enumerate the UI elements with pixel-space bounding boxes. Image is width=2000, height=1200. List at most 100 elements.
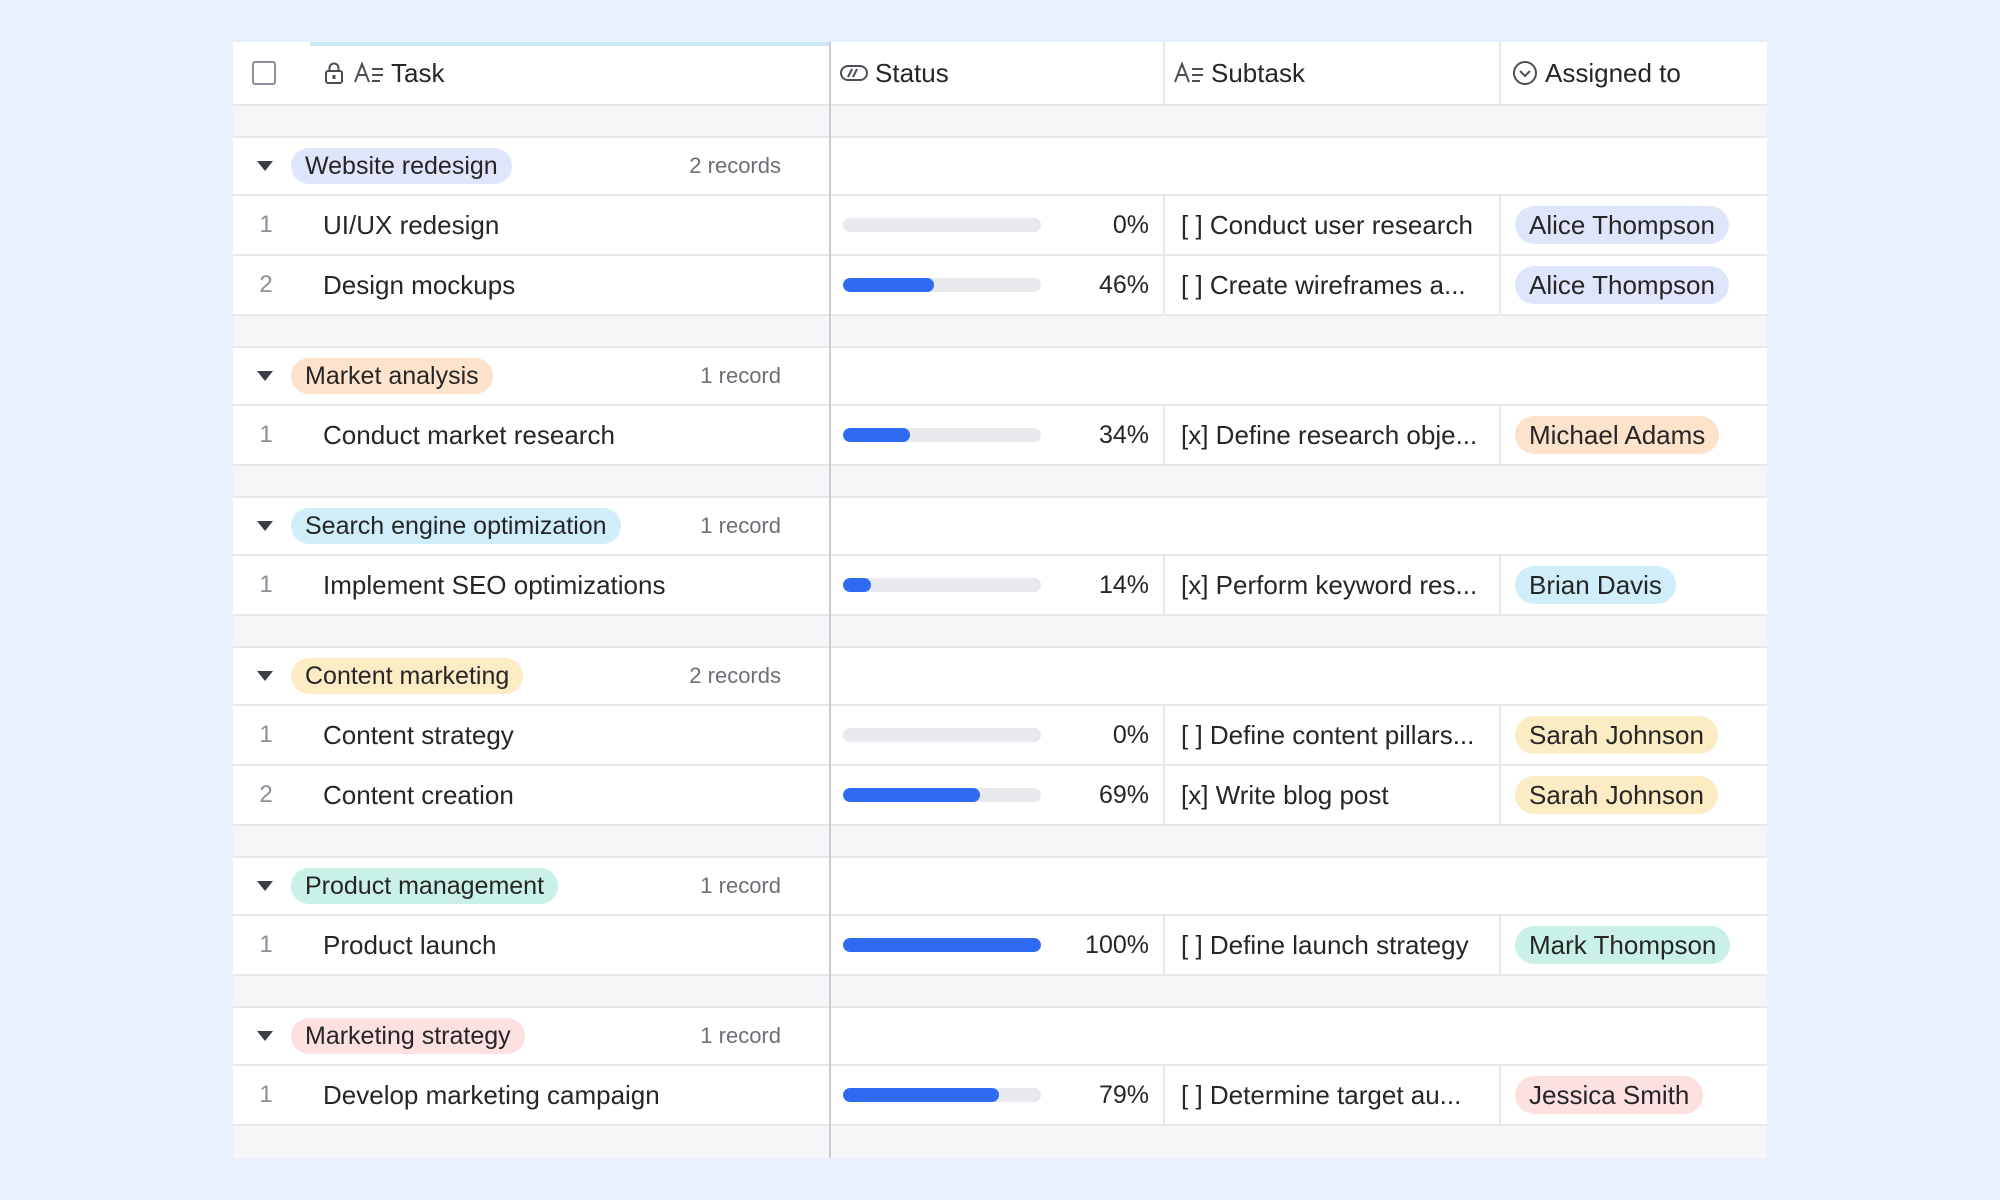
row-number: 2	[259, 271, 273, 298]
progress-cell[interactable]	[843, 706, 1053, 764]
subtask-text[interactable]: [x] Define research obje...	[1181, 406, 1493, 464]
collapse-toggle[interactable]	[257, 498, 277, 554]
progress-fill	[843, 278, 935, 292]
group-header-row[interactable]: Content marketing 2 records	[233, 648, 1767, 706]
row-number: 2	[259, 781, 273, 808]
table-row[interactable]: 1 Content strategy 0% [ ] Define content pi…	[233, 706, 1767, 766]
task-name[interactable]: Content creation	[323, 766, 823, 824]
table-row[interactable]: 1 Conduct market research 34% [x] Define re…	[233, 406, 1767, 466]
task-name[interactable]: Implement SEO optimizations	[323, 556, 823, 614]
progress-fill	[843, 1088, 1000, 1102]
table-row[interactable]: 1 Develop marketing campaign 79% [ ] Determ…	[233, 1066, 1767, 1126]
grouped-task-table: Task Status Subtask Assigned to Website …	[233, 42, 1767, 1158]
assignee-cell[interactable]: Sarah Johnson	[1515, 766, 1765, 824]
single-select-icon	[1511, 59, 1539, 87]
divider	[1499, 42, 1501, 106]
select-all-cell	[252, 42, 282, 104]
divider	[1163, 42, 1165, 106]
header-status[interactable]: Status	[839, 42, 1159, 104]
progress-track	[843, 428, 1041, 442]
table-row[interactable]: 1 Product launch 100% [ ] Define launch str…	[233, 916, 1767, 976]
group-header-row[interactable]: Product management 1 record	[233, 858, 1767, 916]
collapse-toggle[interactable]	[257, 138, 277, 194]
table-row[interactable]: 2 Content creation 69% [x] Write blog post S…	[233, 766, 1767, 826]
group-header-row[interactable]: Marketing strategy 1 record	[233, 1008, 1767, 1066]
progress-percent: 46%	[1098, 270, 1149, 299]
assignee-cell[interactable]: Mark Thompson	[1515, 916, 1765, 974]
progress-cell[interactable]	[843, 406, 1053, 464]
divider	[1499, 706, 1501, 764]
task-name[interactable]: Product launch	[323, 916, 823, 974]
progress-percent: 0%	[1112, 210, 1149, 239]
assignee-tag: Sarah Johnson	[1515, 716, 1718, 754]
divider	[1163, 916, 1165, 974]
group-spacer	[233, 976, 1767, 1008]
table-row[interactable]: 2 Design mockups 46% [ ] Create wireframes …	[233, 256, 1767, 316]
task-name[interactable]: Develop marketing campaign	[323, 1066, 823, 1124]
collapse-toggle[interactable]	[257, 348, 277, 404]
progress-cell[interactable]	[843, 766, 1053, 824]
table-row[interactable]: 1 UI/UX redesign 0% [ ] Conduct user resear…	[233, 196, 1767, 256]
group-record-count: 1 record	[700, 513, 781, 538]
progress-percent: 100%	[1085, 930, 1149, 959]
caret-down-icon	[257, 671, 273, 681]
caret-down-icon	[257, 881, 273, 891]
row-number: 1	[259, 721, 273, 748]
subtask-text[interactable]: [ ] Create wireframes a...	[1181, 256, 1493, 314]
task-name[interactable]: Design mockups	[323, 256, 823, 314]
progress-track	[843, 278, 1041, 292]
divider	[1163, 766, 1165, 824]
progress-percent: 34%	[1098, 420, 1149, 449]
subtask-text[interactable]: [ ] Conduct user research	[1181, 196, 1493, 254]
table-row[interactable]: 1 Implement SEO optimizations 14% [x] Perfo…	[233, 556, 1767, 616]
assignee-tag: Brian Davis	[1515, 566, 1676, 604]
row-number: 1	[259, 421, 273, 448]
group-record-count: 1 record	[700, 873, 781, 898]
group-label-cell: Search engine optimization	[291, 498, 671, 554]
subtask-text[interactable]: [ ] Define content pillars...	[1181, 706, 1493, 764]
divider	[1163, 196, 1165, 254]
group-tag: Product management	[291, 868, 559, 904]
collapse-toggle[interactable]	[257, 858, 277, 914]
progress-cell[interactable]	[843, 556, 1053, 614]
divider	[1163, 1066, 1165, 1124]
task-name[interactable]: Conduct market research	[323, 406, 823, 464]
task-name[interactable]: Content strategy	[323, 706, 823, 764]
group-record-count: 1 record	[700, 1023, 781, 1048]
collapse-toggle[interactable]	[257, 1008, 277, 1064]
assignee-cell[interactable]: Alice Thompson	[1515, 256, 1765, 314]
collapse-toggle[interactable]	[257, 648, 277, 704]
header-assigned[interactable]: Assigned to	[1511, 42, 1761, 104]
select-all-checkbox[interactable]	[252, 61, 276, 85]
divider	[1499, 256, 1501, 314]
progress-cell[interactable]	[843, 916, 1053, 974]
subtask-text[interactable]: [ ] Define launch strategy	[1181, 916, 1493, 974]
text-field-icon	[1173, 60, 1205, 86]
subtask-text[interactable]: [ ] Determine target au...	[1181, 1066, 1493, 1124]
task-name[interactable]: UI/UX redesign	[323, 196, 823, 254]
header-task[interactable]: Task	[321, 42, 821, 104]
assignee-cell[interactable]: Michael Adams	[1515, 406, 1765, 464]
assignee-tag: Michael Adams	[1515, 416, 1720, 454]
assignee-cell[interactable]: Brian Davis	[1515, 556, 1765, 614]
progress-track	[843, 1088, 1041, 1102]
group-header-row[interactable]: Market analysis 1 record	[233, 348, 1767, 406]
group-tag: Marketing strategy	[291, 1018, 525, 1054]
text-field-icon	[353, 60, 385, 86]
progress-percent: 79%	[1098, 1080, 1149, 1109]
progress-cell[interactable]	[843, 256, 1053, 314]
assignee-tag: Mark Thompson	[1515, 926, 1731, 964]
group-header-row[interactable]: Search engine optimization 1 record	[233, 498, 1767, 556]
header-subtask[interactable]: Subtask	[1173, 42, 1493, 104]
progress-fill	[843, 938, 1041, 952]
assignee-cell[interactable]: Alice Thompson	[1515, 196, 1765, 254]
progress-cell[interactable]	[843, 196, 1053, 254]
divider	[1499, 406, 1501, 464]
group-header-row[interactable]: Website redesign 2 records	[233, 138, 1767, 196]
divider	[1163, 556, 1165, 614]
assignee-cell[interactable]: Jessica Smith	[1515, 1066, 1765, 1124]
subtask-text[interactable]: [x] Write blog post	[1181, 766, 1493, 824]
subtask-text[interactable]: [x] Perform keyword res...	[1181, 556, 1493, 614]
progress-cell[interactable]	[843, 1066, 1053, 1124]
assignee-cell[interactable]: Sarah Johnson	[1515, 706, 1765, 764]
